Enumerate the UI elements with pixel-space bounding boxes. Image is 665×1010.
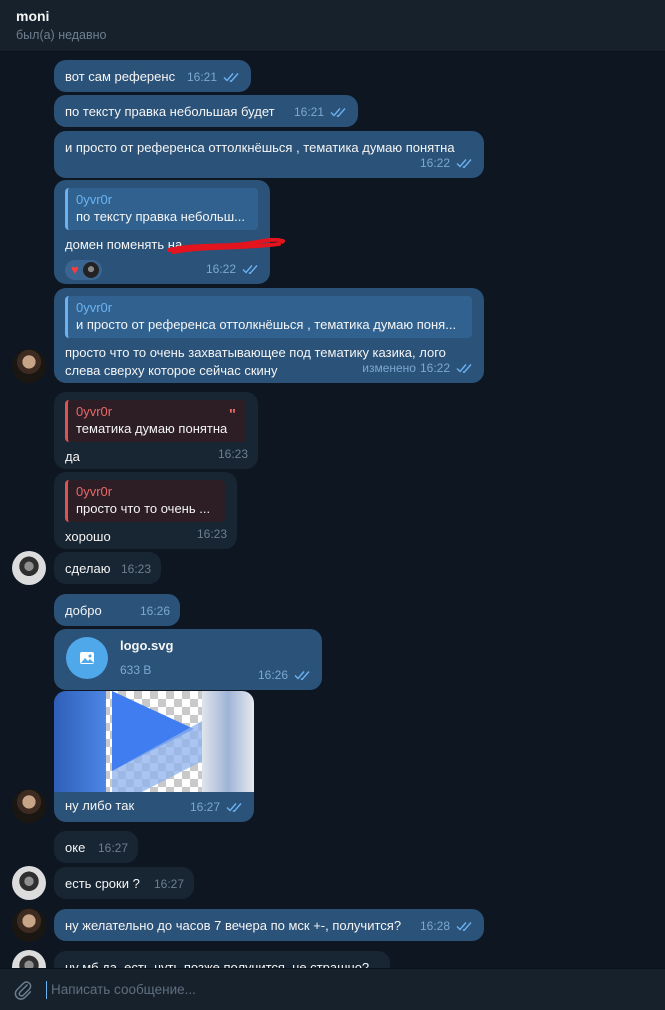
contact-name[interactable]: moni (16, 8, 649, 24)
message-composer[interactable] (0, 968, 665, 1010)
message-meta: 16:23 (218, 445, 248, 463)
message-bubble[interactable]: и просто от референса оттолкнёшься , тем… (54, 131, 484, 178)
message-meta: 16:26 (258, 666, 312, 684)
message-text-visible: домен поменять на (65, 237, 183, 252)
file-name[interactable]: logo.svg (120, 637, 173, 655)
message-meta: 16:23 (121, 560, 151, 578)
message-text: и просто от референса оттолкнёшься , тем… (65, 140, 455, 155)
message-time: 16:27 (189, 800, 220, 814)
message-meta: 16:22 (420, 154, 474, 172)
message-time: 16:27 (97, 841, 128, 855)
reply-author: 0yvr0r (76, 404, 113, 419)
reply-author: 0yvr0r (76, 192, 113, 207)
file-message[interactable]: logo.svg 633 B 16:26 (54, 629, 322, 690)
double-check-icon (226, 803, 242, 812)
message-input[interactable] (46, 980, 653, 999)
message-meta: 16:22 (206, 260, 260, 278)
message-time: 16:23 (196, 527, 227, 541)
message-bubble[interactable]: вот сам референс 16:21 (54, 60, 251, 92)
sender-avatar[interactable] (12, 789, 46, 823)
sender-avatar[interactable] (12, 349, 46, 383)
message-meta: 16:23 (197, 525, 227, 543)
quote-icon: " (228, 406, 236, 423)
contact-status: был(а) недавно (16, 28, 107, 42)
sender-avatar[interactable] (12, 866, 46, 900)
reply-text: и просто от референса оттолкнёшься , тем… (76, 317, 457, 332)
message-time: 16:23 (217, 447, 248, 461)
message-time: 16:27 (153, 877, 184, 891)
message-meta: 16:26 (140, 602, 170, 620)
reactor-avatar (82, 262, 99, 278)
image-file-icon[interactable] (66, 637, 108, 679)
message-time: 16:22 (419, 156, 450, 170)
message-text: ну мб да, есть чуть позже получится, не … (65, 960, 370, 968)
sender-avatar[interactable] (12, 551, 46, 585)
message-time: 16:21 (186, 70, 217, 84)
message-bubble[interactable]: ну мб да, есть чуть позже получится, не … (54, 951, 390, 968)
double-check-icon (456, 922, 472, 931)
message-bubble[interactable]: ну желательно до часов 7 вечера по мск +… (54, 909, 484, 941)
message-time: 16:22 (205, 262, 236, 276)
paperclip-icon[interactable] (12, 979, 34, 1001)
message-meta: изменено 16:22 (362, 359, 474, 377)
photo-message[interactable]: ну либо так 16:27 (54, 691, 254, 822)
reply-text: тематика думаю понятна (76, 421, 228, 436)
message-meta: 16:28 (420, 917, 474, 935)
message-time: 16:26 (257, 668, 288, 682)
message-bubble[interactable]: по тексту правка небольшая будет 16:21 (54, 95, 358, 127)
message-meta: 16:27 (190, 798, 244, 816)
double-check-icon (223, 73, 239, 82)
double-check-icon (242, 265, 258, 274)
message-bubble[interactable]: оке 16:27 (54, 831, 138, 863)
reply-preview[interactable]: 0yvr0r тематика думаю понятна " (65, 400, 246, 442)
message-time: 16:26 (139, 604, 170, 618)
message-list[interactable]: вот сам референс 16:21 по тексту правка … (0, 52, 665, 968)
double-check-icon (330, 108, 346, 117)
message-bubble[interactable]: 0yvr0r по тексту правка небольш... домен… (54, 180, 285, 284)
double-check-icon (294, 671, 310, 680)
message-text: ну желательно до часов 7 вечера по мск +… (65, 918, 402, 933)
heart-icon: ♥ (71, 262, 79, 277)
message-bubble[interactable]: 0yvr0r тематика думаю понятна " да 16:23 (54, 392, 258, 469)
file-size: 633 B (120, 663, 152, 677)
reaction-pill[interactable]: ♥ (65, 260, 102, 280)
message-meta: 16:27 (98, 839, 128, 857)
scribble-redaction (167, 238, 285, 254)
reply-text: просто что то очень ... (76, 501, 211, 516)
double-check-icon (456, 159, 472, 168)
reply-preview[interactable]: 0yvr0r и просто от референса оттолкнёшьс… (65, 296, 472, 338)
message-bubble[interactable]: 0yvr0r и просто от референса оттолкнёшьс… (54, 288, 484, 383)
edited-label: изменено (362, 361, 416, 375)
sender-avatar[interactable] (12, 950, 46, 968)
message-bubble[interactable]: 0yvr0r просто что то очень ... хорошо 16… (54, 472, 237, 549)
sender-avatar[interactable] (12, 908, 46, 942)
reply-preview[interactable]: 0yvr0r просто что то очень ... (65, 480, 225, 522)
message-time: 16:21 (293, 105, 324, 119)
reply-author: 0yvr0r (76, 484, 113, 499)
reply-preview[interactable]: 0yvr0r по тексту правка небольш... (65, 188, 258, 230)
message-time: 16:28 (419, 919, 450, 933)
reply-text: по тексту правка небольш... (76, 209, 245, 224)
message-time: 16:22 (419, 361, 450, 375)
reply-author: 0yvr0r (76, 300, 113, 315)
message-meta: 16:21 (294, 103, 348, 121)
message-meta: 16:27 (154, 875, 184, 893)
message-text: домен поменять на (65, 236, 285, 254)
message-bubble[interactable]: сделаю 16:23 (54, 552, 161, 584)
double-check-icon (456, 364, 472, 373)
message-meta: 16:21 (187, 68, 241, 86)
chat-header[interactable]: moni был(а) недавно (0, 0, 665, 52)
photo-preview[interactable] (54, 691, 254, 792)
message-time: 16:23 (120, 562, 151, 576)
message-bubble[interactable]: добро 16:26 (54, 594, 180, 626)
message-bubble[interactable]: есть сроки ? 16:27 (54, 867, 194, 899)
